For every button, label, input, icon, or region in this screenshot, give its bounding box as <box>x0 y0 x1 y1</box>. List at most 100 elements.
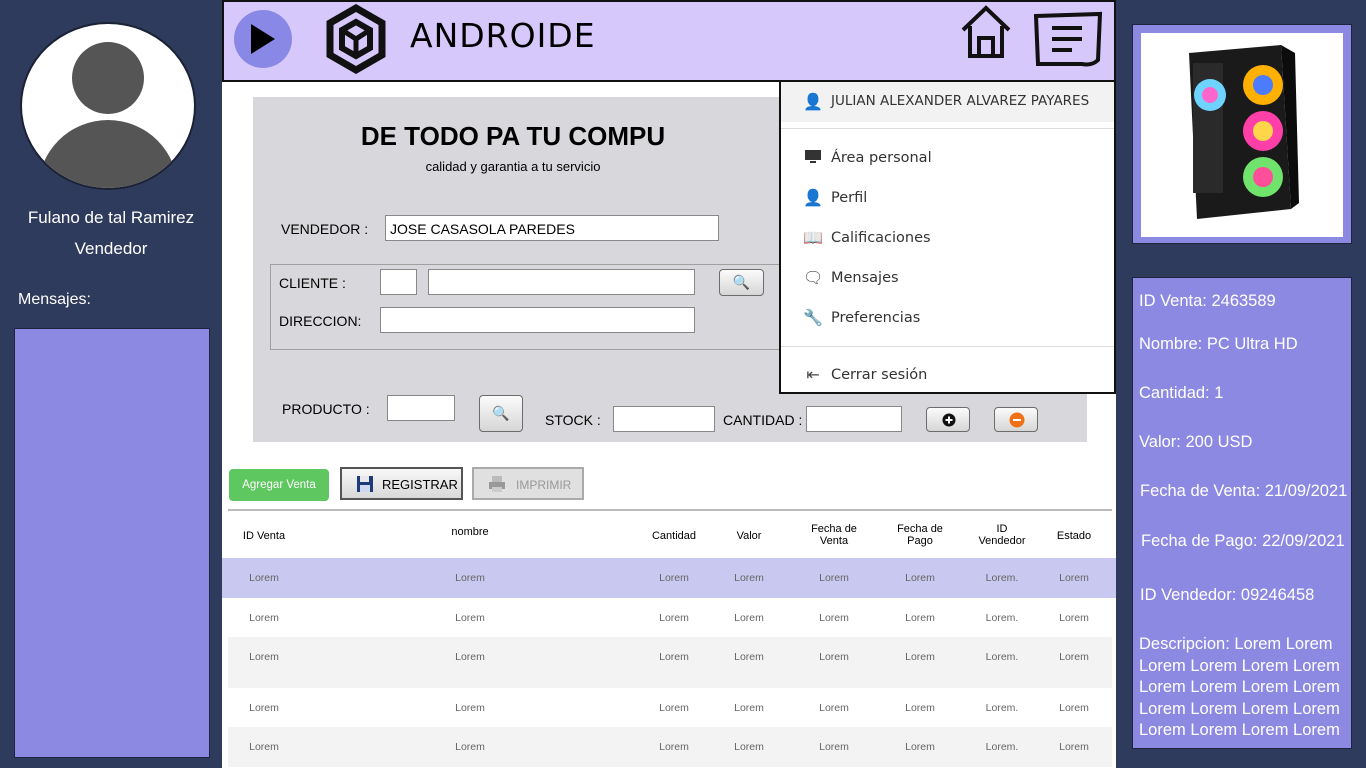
menu-item-label: Mensajes <box>831 270 899 286</box>
product-image <box>1141 33 1343 237</box>
table-divider <box>228 509 1112 511</box>
divider <box>781 128 1114 129</box>
table-cell: Lorem <box>249 612 279 624</box>
stock-field[interactable] <box>613 406 715 432</box>
play-button[interactable] <box>234 10 292 68</box>
column-header[interactable]: nombre <box>445 526 495 538</box>
user-icon: 👤 <box>803 188 823 207</box>
table-cell: Lorem. <box>985 612 1019 624</box>
table-cell: Lorem <box>659 612 689 624</box>
table-cell: Lorem <box>819 572 849 584</box>
left-sidebar: Fulano de tal Ramirez Vendedor Mensajes: <box>0 0 222 768</box>
table-cell: Lorem <box>819 702 849 714</box>
register-label: REGISTRAR <box>382 477 458 492</box>
search-icon: 🔍 <box>492 405 510 422</box>
book-icon: 📖 <box>803 228 823 247</box>
table-cell: Lorem <box>905 612 935 624</box>
direccion-field[interactable] <box>380 307 695 333</box>
avatar-head <box>72 42 144 114</box>
add-sale-button[interactable]: Agregar Venta <box>229 469 329 501</box>
producto-label: PRODUCTO : <box>282 401 370 417</box>
table-cell: Lorem <box>249 572 279 584</box>
vendedor-field[interactable]: JOSE CASASOLA PAREDES <box>385 215 719 241</box>
stock-label: STOCK : <box>545 412 601 428</box>
table-cell: Lorem. <box>985 741 1019 753</box>
detail-fecha-venta: Fecha de Venta: 21/09/2021 <box>1140 482 1348 500</box>
producto-field[interactable] <box>387 395 455 421</box>
product-image-frame <box>1132 24 1352 244</box>
cantidad-field[interactable] <box>806 406 902 432</box>
menu-item-area-personal[interactable]: Área personal <box>781 142 1114 174</box>
menu-item-perfil[interactable]: 👤 Perfil <box>781 182 1114 214</box>
brand-name: ANDROIDE <box>410 16 596 55</box>
avatar[interactable] <box>20 22 196 190</box>
cliente-label: CLIENTE : <box>279 275 346 291</box>
cliente-name-field[interactable] <box>428 269 695 295</box>
top-header: ANDROIDE <box>222 0 1116 82</box>
table-cell: Lorem <box>659 741 689 753</box>
register-button[interactable]: REGISTRAR <box>340 467 463 500</box>
detail-cantidad: Cantidad: 1 <box>1139 384 1224 402</box>
column-header[interactable]: Estado <box>1054 530 1094 542</box>
search-client-button[interactable]: 🔍 <box>719 269 764 296</box>
table-cell: Lorem <box>659 702 689 714</box>
table-cell: Lorem. <box>985 702 1019 714</box>
sale-details-panel: ID Venta: 2463589 Nombre: PC Ultra HD Ca… <box>1132 277 1352 749</box>
add-quantity-button[interactable] <box>926 407 970 432</box>
table-row[interactable]: Lorem Lorem Lorem Lorem Lorem Lorem Lorem. Lore… <box>228 637 1112 688</box>
table-row[interactable]: Lorem Lorem Lorem Lorem Lorem Lorem Lorem. Lore… <box>228 688 1112 727</box>
table-cell: Lorem <box>1059 651 1089 663</box>
table-cell: Lorem. <box>985 572 1019 584</box>
store-title: DE TODO PA TU COMPU <box>360 121 666 151</box>
menu-item-label: Perfil <box>831 190 868 206</box>
search-product-button[interactable]: 🔍 <box>479 395 523 432</box>
table-cell: Lorem <box>455 702 485 714</box>
plus-icon <box>942 413 956 427</box>
avatar-body <box>38 120 178 188</box>
messages-label: Mensajes: <box>18 291 91 308</box>
table-row[interactable]: Lorem Lorem Lorem Lorem Lorem Lorem Lorem. Lore… <box>228 727 1112 767</box>
table-cell: Lorem <box>249 702 279 714</box>
chat-icon: 🗨 <box>803 268 824 287</box>
store-subtitle: calidad y garantia a tu servicio <box>425 159 601 174</box>
dropdown-user-header[interactable]: 👤 JULIAN ALEXANDER ALVAREZ PAYARES <box>781 82 1114 122</box>
logout-icon: ⇤ <box>806 365 820 384</box>
column-header[interactable]: Fecha de Venta <box>804 523 864 547</box>
save-icon <box>357 476 373 492</box>
detail-valor: Valor: 200 USD <box>1139 433 1253 451</box>
table-cell: Lorem <box>455 741 485 753</box>
menu-item-mensajes[interactable]: 🗨 Mensajes <box>781 262 1114 294</box>
column-header[interactable]: Fecha de Pago <box>890 523 950 547</box>
detail-nombre: Nombre: PC Ultra HD <box>1139 335 1298 353</box>
brand-logo-icon <box>326 4 386 74</box>
table-cell: Lorem <box>905 651 935 663</box>
table-cell: Lorem <box>734 741 764 753</box>
print-button[interactable]: IMPRIMIR <box>472 467 584 500</box>
menu-item-cerrar-sesion[interactable]: ⇤ Cerrar sesión <box>781 359 1114 391</box>
detail-fecha-pago: Fecha de Pago: 22/09/2021 <box>1141 532 1345 550</box>
minus-icon <box>1009 412 1025 428</box>
user-icon: 👤 <box>803 92 823 111</box>
printer-icon <box>489 476 505 492</box>
menu-item-calificaciones[interactable]: 📖 Calificaciones <box>781 222 1114 254</box>
table-cell: Lorem <box>905 741 935 753</box>
table-cell: Lorem <box>455 572 485 584</box>
table-cell: Lorem <box>819 612 849 624</box>
home-icon[interactable] <box>960 4 1012 60</box>
table-row[interactable]: Lorem Lorem Lorem Lorem Lorem Lorem Lorem. Lore… <box>222 558 1116 598</box>
column-header[interactable]: ID Vendedor <box>972 523 1032 547</box>
column-header[interactable]: Valor <box>729 530 769 542</box>
menu-item-label: Calificaciones <box>831 230 931 246</box>
wrench-icon: 🔧 <box>803 308 823 327</box>
remove-quantity-button[interactable] <box>994 407 1038 432</box>
menu-icon[interactable] <box>1032 10 1104 68</box>
cliente-id-field[interactable] <box>380 269 417 295</box>
search-icon: 🔍 <box>732 274 751 291</box>
table-cell: Lorem <box>819 651 849 663</box>
messages-panel[interactable] <box>14 328 210 758</box>
column-header[interactable]: ID Venta <box>234 530 294 542</box>
table-row[interactable]: Lorem Lorem Lorem Lorem Lorem Lorem Lorem. Lore… <box>228 598 1112 637</box>
menu-item-preferencias[interactable]: 🔧 Preferencias <box>781 302 1114 334</box>
column-header[interactable]: Cantidad <box>649 530 699 542</box>
cantidad-label: CANTIDAD : <box>723 412 803 428</box>
